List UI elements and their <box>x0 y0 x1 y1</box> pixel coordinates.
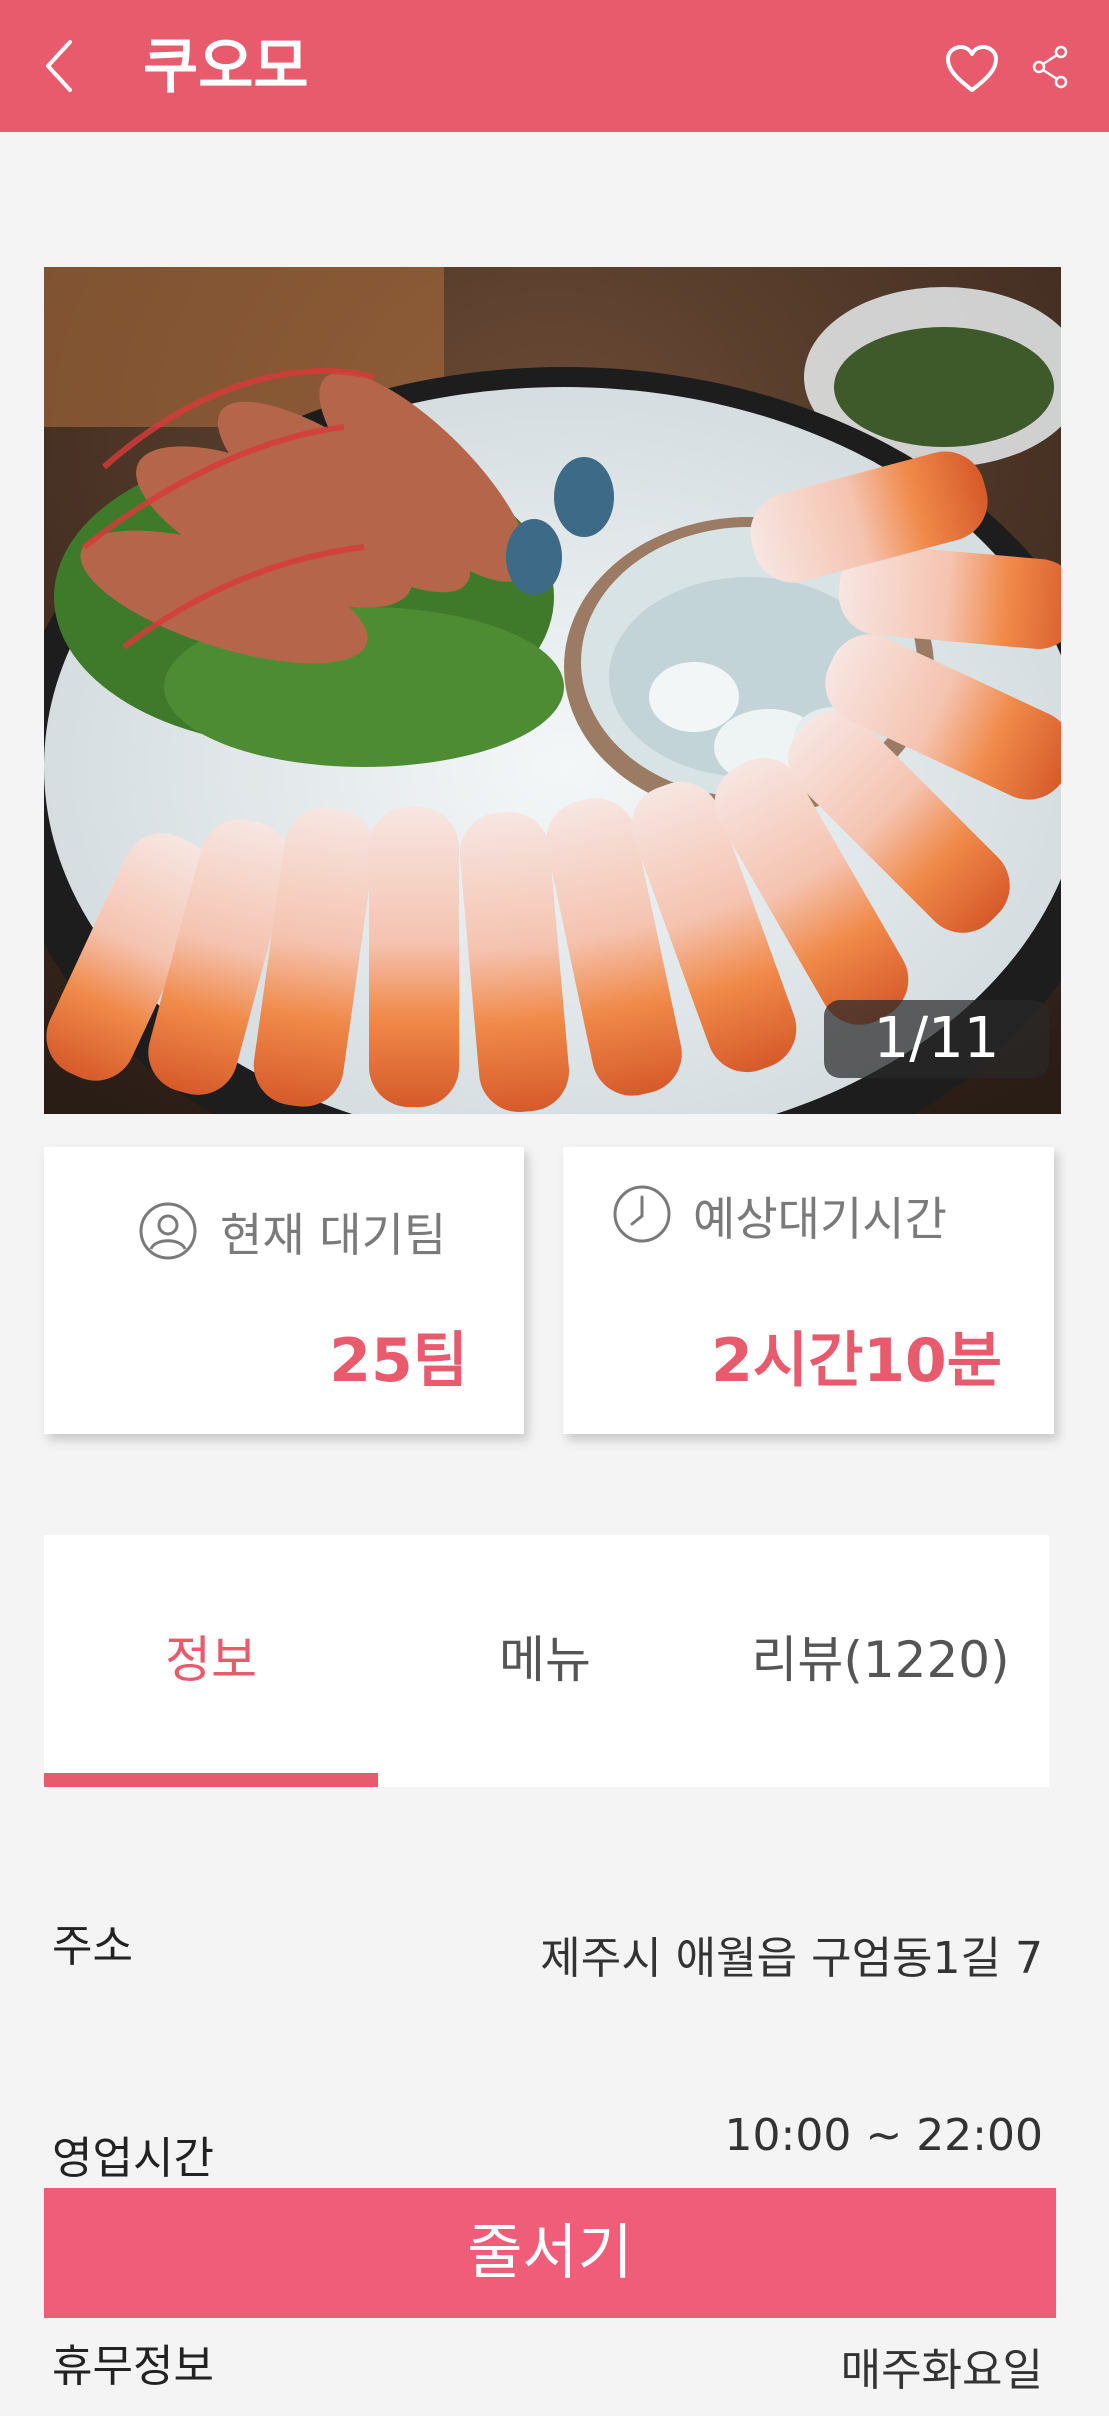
closed-days-value: 매주화요일 <box>840 2345 1043 2396</box>
person-icon <box>138 1201 198 1265</box>
tab-indicator <box>44 1773 378 1787</box>
hours-value: 10:00 ~ 22:00 <box>724 2110 1043 2161</box>
wait-time-value: 2시간10분 <box>711 1326 1002 1396</box>
wait-time-card: 예상대기시간 2시간10분 <box>563 1147 1054 1434</box>
wait-time-label: 예상대기시간 <box>693 1192 947 1246</box>
tab-bar: 정보 메뉴 리뷰(1220) <box>44 1535 1049 1787</box>
waiting-teams-card: 현재 대기팀 25팀 <box>44 1147 524 1434</box>
restaurant-photo[interactable] <box>44 267 1061 1114</box>
app-bar: 쿠오모 <box>0 0 1109 132</box>
heart-icon[interactable] <box>945 44 999 94</box>
tab-info[interactable]: 정보 <box>44 1625 378 1695</box>
page-title: 쿠오모 <box>143 32 309 102</box>
tab-reviews[interactable]: 리뷰(1220) <box>712 1625 1049 1695</box>
tab-menu[interactable]: 메뉴 <box>378 1625 712 1695</box>
waiting-teams-label: 현재 대기팀 <box>220 1208 447 1262</box>
queue-button[interactable]: 줄서기 <box>44 2188 1056 2318</box>
back-chevron-icon[interactable] <box>40 36 80 96</box>
address-label: 주소 <box>52 1921 133 1972</box>
image-counter: 1/11 <box>824 1000 1049 1078</box>
closed-days-label: 휴무정보 <box>52 2341 214 2392</box>
share-icon[interactable] <box>1030 44 1070 90</box>
hours-label: 영업시간 <box>52 2133 214 2184</box>
clock-icon <box>612 1184 672 1248</box>
waiting-teams-value: 25팀 <box>329 1326 468 1396</box>
address-value: 제주시 애월읍 구엄동1길 7 <box>540 1933 1043 1984</box>
